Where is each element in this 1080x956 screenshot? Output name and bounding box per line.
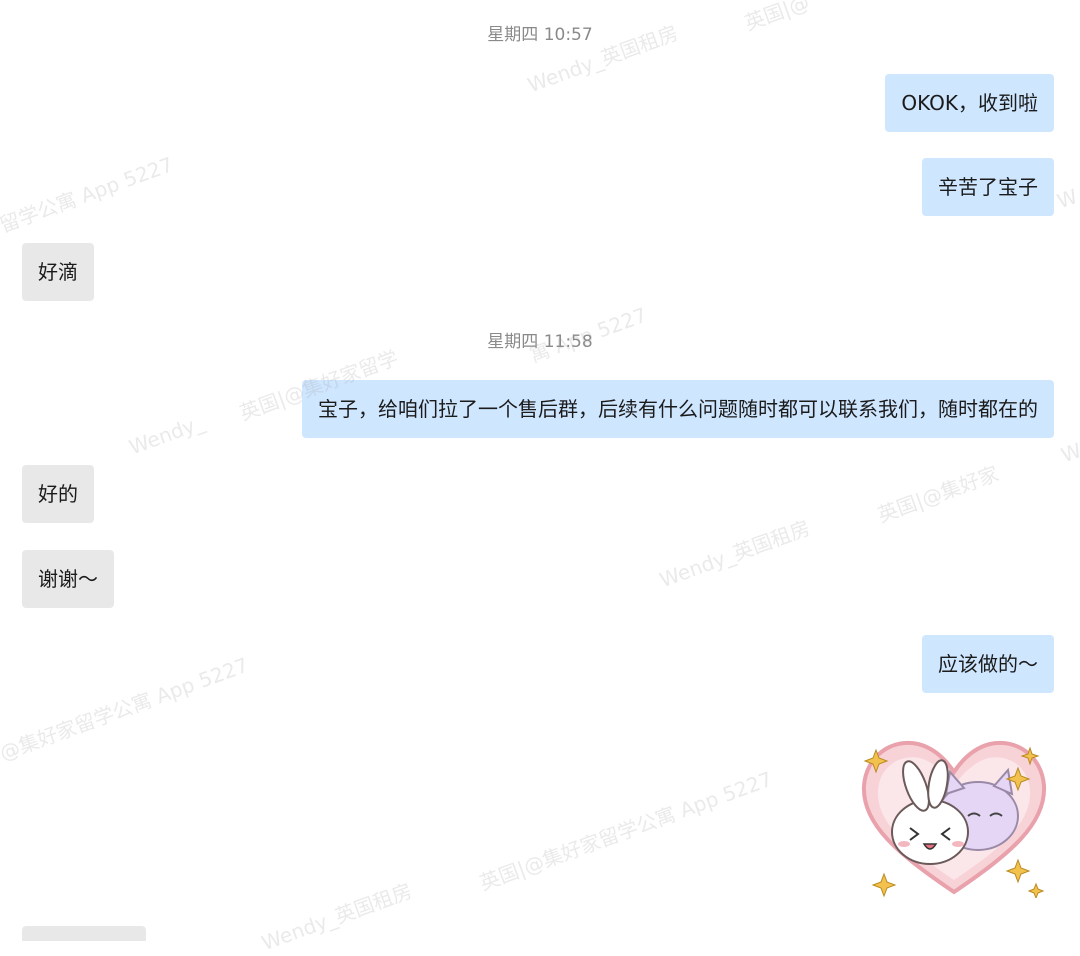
- heart-cats-sticker-icon[interactable]: [858, 734, 1050, 900]
- message-bubble-incoming[interactable]: 好的: [22, 465, 94, 523]
- message-bubble-outgoing[interactable]: 应该做的～: [922, 635, 1054, 693]
- message-bubble-outgoing[interactable]: 辛苦了宝子: [922, 158, 1054, 216]
- chat-area: 星期四 10:57 OKOK，收到啦 辛苦了宝子 好滴 星期四 11:58 宝子…: [0, 0, 1080, 941]
- timestamp: 星期四 10:57: [487, 25, 593, 45]
- message-bubble-incoming-partial[interactable]: [22, 926, 146, 941]
- message-bubble-outgoing[interactable]: OKOK，收到啦: [885, 74, 1054, 132]
- message-bubble-outgoing[interactable]: 宝子，给咱们拉了一个售后群，后续有什么问题随时都可以联系我们，随时都在的: [302, 380, 1054, 438]
- timestamp: 星期四 11:58: [487, 332, 593, 352]
- message-bubble-incoming[interactable]: 好滴: [22, 243, 94, 301]
- message-bubble-incoming[interactable]: 谢谢～: [22, 550, 114, 608]
